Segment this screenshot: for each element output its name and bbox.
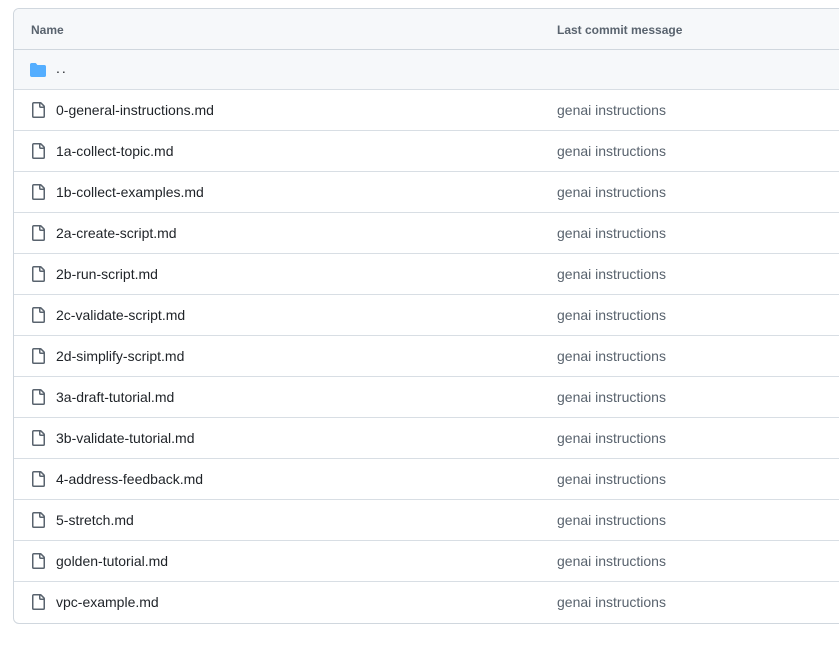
file-icon bbox=[32, 266, 45, 282]
commit-message-link[interactable]: genai instructions bbox=[557, 389, 666, 405]
file-icon bbox=[32, 594, 45, 610]
commit-message-link[interactable]: genai instructions bbox=[557, 307, 666, 323]
file-row[interactable]: 0-general-instructions.md genai instructi… bbox=[14, 90, 839, 131]
file-name-link[interactable]: 5-stretch.md bbox=[56, 512, 134, 528]
file-icon bbox=[32, 389, 45, 405]
commit-message-link[interactable]: genai instructions bbox=[557, 184, 666, 200]
file-name-link[interactable]: 3b-validate-tutorial.md bbox=[56, 430, 195, 446]
folder-icon bbox=[30, 63, 46, 77]
file-row[interactable]: golden-tutorial.md genai instructions bbox=[14, 541, 839, 582]
file-row[interactable]: 2d-simplify-script.md genai instructions bbox=[14, 336, 839, 377]
file-name-link[interactable]: 2a-create-script.md bbox=[56, 225, 177, 241]
file-icon bbox=[32, 512, 45, 528]
file-name-link[interactable]: 1a-collect-topic.md bbox=[56, 143, 174, 159]
file-name-link[interactable]: 0-general-instructions.md bbox=[56, 102, 214, 118]
commit-message-link[interactable]: genai instructions bbox=[557, 143, 666, 159]
file-row[interactable]: 3b-validate-tutorial.md genai instruction… bbox=[14, 418, 839, 459]
commit-message-link[interactable]: genai instructions bbox=[557, 430, 666, 446]
file-icon bbox=[32, 102, 45, 118]
file-table: Name Last commit message .. 0-general-in… bbox=[13, 8, 839, 624]
table-header: Name Last commit message bbox=[14, 9, 839, 50]
file-name-link[interactable]: 1b-collect-examples.md bbox=[56, 184, 204, 200]
column-header-name: Name bbox=[31, 23, 64, 37]
file-name-link[interactable]: 2d-simplify-script.md bbox=[56, 348, 184, 364]
file-row[interactable]: 3a-draft-tutorial.md genai instructions bbox=[14, 377, 839, 418]
file-icon bbox=[32, 184, 45, 200]
file-name-link[interactable]: golden-tutorial.md bbox=[56, 553, 168, 569]
file-name-link[interactable]: 3a-draft-tutorial.md bbox=[56, 389, 174, 405]
file-row[interactable]: 2c-validate-script.md genai instructions bbox=[14, 295, 839, 336]
parent-directory-link[interactable]: .. bbox=[56, 60, 68, 76]
file-row[interactable]: 1b-collect-examples.md genai instructions bbox=[14, 172, 839, 213]
file-row[interactable]: 5-stretch.md genai instructions bbox=[14, 500, 839, 541]
commit-message-link[interactable]: genai instructions bbox=[557, 553, 666, 569]
file-icon bbox=[32, 348, 45, 364]
commit-message-link[interactable]: genai instructions bbox=[557, 225, 666, 241]
file-name-link[interactable]: 2c-validate-script.md bbox=[56, 307, 185, 323]
file-icon bbox=[32, 430, 45, 446]
commit-message-link[interactable]: genai instructions bbox=[557, 348, 666, 364]
commit-message-link[interactable]: genai instructions bbox=[557, 512, 666, 528]
parent-directory-row[interactable]: .. bbox=[14, 50, 839, 90]
commit-message-link[interactable]: genai instructions bbox=[557, 266, 666, 282]
file-row[interactable]: 2a-create-script.md genai instructions bbox=[14, 213, 839, 254]
file-row[interactable]: vpc-example.md genai instructions bbox=[14, 582, 839, 623]
file-row[interactable]: 1a-collect-topic.md genai instructions bbox=[14, 131, 839, 172]
column-header-commit-message: Last commit message bbox=[557, 23, 683, 37]
file-row[interactable]: 4-address-feedback.md genai instructions bbox=[14, 459, 839, 500]
file-icon bbox=[32, 225, 45, 241]
file-name-link[interactable]: 4-address-feedback.md bbox=[56, 471, 203, 487]
file-name-link[interactable]: 2b-run-script.md bbox=[56, 266, 158, 282]
file-row[interactable]: 2b-run-script.md genai instructions bbox=[14, 254, 839, 295]
commit-message-link[interactable]: genai instructions bbox=[557, 102, 666, 118]
file-icon bbox=[32, 307, 45, 323]
file-icon bbox=[32, 471, 45, 487]
commit-message-link[interactable]: genai instructions bbox=[557, 594, 666, 610]
file-icon bbox=[32, 143, 45, 159]
commit-message-link[interactable]: genai instructions bbox=[557, 471, 666, 487]
file-name-link[interactable]: vpc-example.md bbox=[56, 594, 159, 610]
file-icon bbox=[32, 553, 45, 569]
